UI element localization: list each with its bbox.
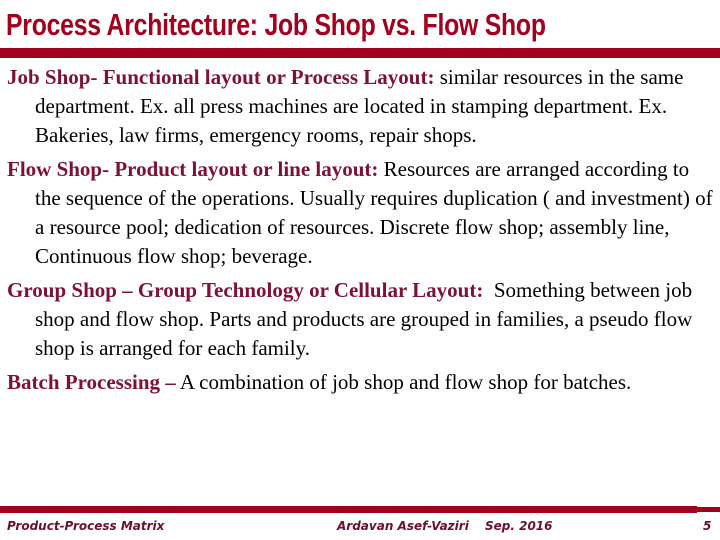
slide-title: Process Architecture: Job Shop vs. Flow … xyxy=(6,7,546,42)
footer-date: Sep. 2016 xyxy=(485,519,553,533)
bullet-heading: Flow Shop- Product layout or line layout… xyxy=(7,157,379,181)
bullet-heading: Job Shop- Functional layout or Process L… xyxy=(7,65,435,89)
footer-topic: Product-Process Matrix xyxy=(7,519,165,533)
bullet-job-shop: Job Shop- Functional layout or Process L… xyxy=(7,63,713,150)
footer-divider-tail xyxy=(697,507,720,512)
bullet-batch-processing: Batch Processing – A combination of job … xyxy=(7,368,713,397)
bullet-heading: Batch Processing – xyxy=(7,370,176,394)
bullet-heading: Group Shop – Group Technology or Cellula… xyxy=(7,278,484,302)
footer-author: Ardavan Asef-Vaziri xyxy=(337,519,469,533)
footer-divider xyxy=(0,506,697,513)
slide-content: Job Shop- Functional layout or Process L… xyxy=(7,63,713,402)
title-divider xyxy=(0,48,720,58)
bullet-flow-shop: Flow Shop- Product layout or line layout… xyxy=(7,155,713,271)
bullet-body: A combination of job shop and flow shop … xyxy=(175,370,632,394)
bullet-group-shop: Group Shop – Group Technology or Cellula… xyxy=(7,276,713,363)
page-number: 5 xyxy=(703,519,712,533)
